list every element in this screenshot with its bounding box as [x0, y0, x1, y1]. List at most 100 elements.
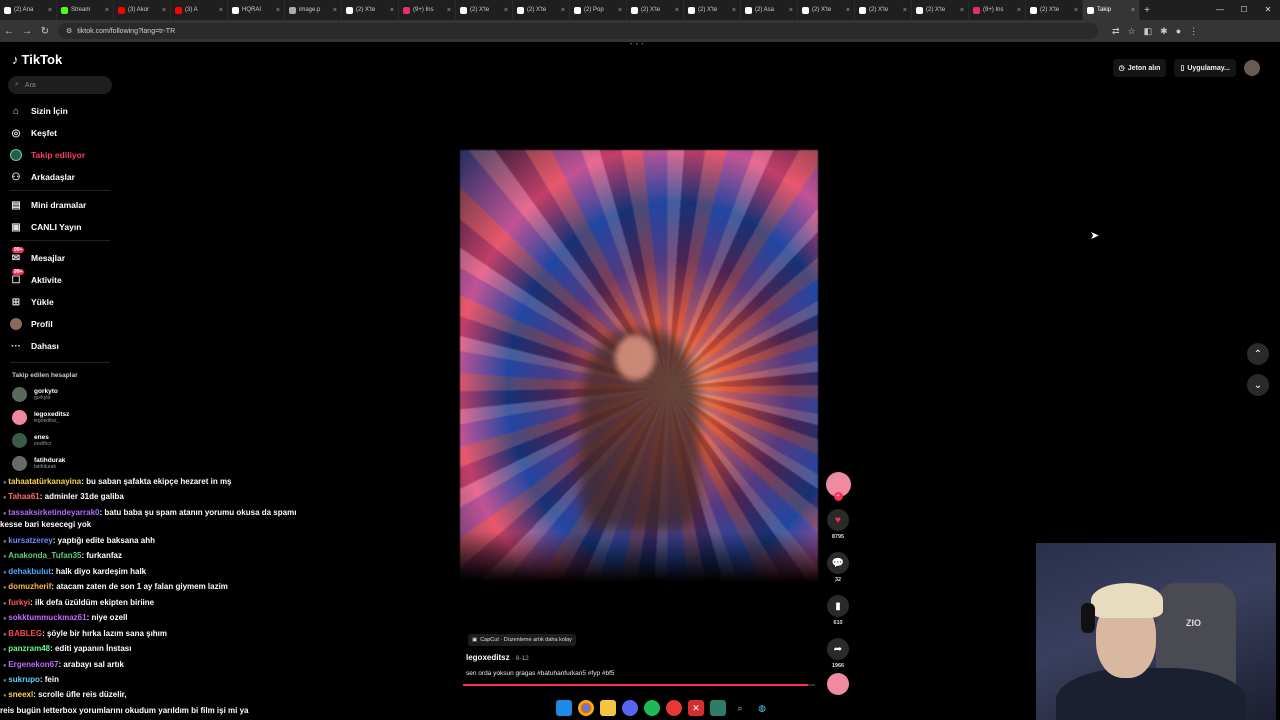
- browser-tab[interactable]: (2) X'te ×: [342, 0, 399, 20]
- follow-plus-icon[interactable]: +: [833, 492, 843, 501]
- like-button[interactable]: ♥: [827, 509, 849, 531]
- tab-close-icon[interactable]: ×: [162, 7, 166, 14]
- reload-icon[interactable]: ↻: [36, 26, 54, 37]
- capcut-tag[interactable]: ▣ CapCut · Düzenleme artık daha kolay: [468, 634, 576, 646]
- tab-close-icon[interactable]: ×: [447, 7, 451, 14]
- creator-avatar[interactable]: +: [825, 472, 851, 501]
- browser-tab[interactable]: (2) Pop ×: [570, 0, 627, 20]
- nav-for-you[interactable]: ⌂ Sizin İçin: [10, 103, 120, 119]
- nav-mini-dramas[interactable]: ▤ Mini dramalar: [10, 197, 120, 213]
- followed-account[interactable]: legoxeditsz legoeditsz_: [12, 410, 69, 425]
- nav-explore[interactable]: ◎ Keşfet: [10, 125, 120, 141]
- sound-disc[interactable]: [827, 673, 849, 695]
- nav-live[interactable]: ▣ CANLI Yayın: [10, 219, 120, 235]
- tab-close-icon[interactable]: ×: [105, 7, 109, 14]
- browser-tab[interactable]: (2) X'te ×: [798, 0, 855, 20]
- browser-tab[interactable]: (2) Ana ×: [0, 0, 57, 20]
- app-red-icon[interactable]: [666, 700, 682, 716]
- video-progress-bar[interactable]: [463, 684, 815, 686]
- browser-tab[interactable]: (3) A ×: [171, 0, 228, 20]
- scroll-up-button[interactable]: ⌃: [1247, 343, 1269, 365]
- browser-tab[interactable]: (2) X'te ×: [684, 0, 741, 20]
- nav-profile[interactable]: Profil: [10, 316, 120, 332]
- browser-tab[interactable]: (2) X'te ×: [627, 0, 684, 20]
- tab-close-icon[interactable]: ×: [903, 7, 907, 14]
- browser-tab[interactable]: (9+) Ins ×: [399, 0, 456, 20]
- site-info-icon[interactable]: ⚙: [66, 27, 72, 35]
- share-button[interactable]: ➦: [827, 638, 849, 660]
- video-player[interactable]: [460, 150, 818, 582]
- profile-icon[interactable]: ●: [1176, 26, 1181, 37]
- translate-icon[interactable]: ⇄: [1112, 26, 1120, 37]
- bookmark-star-icon[interactable]: ☆: [1128, 26, 1136, 37]
- browser-tab[interactable]: (2) X'te ×: [1026, 0, 1083, 20]
- tiktok-logo[interactable]: ♪ TikTok: [12, 52, 62, 67]
- tab-close-icon[interactable]: ×: [846, 7, 850, 14]
- search-input[interactable]: ⌕ Ara: [8, 76, 112, 94]
- windows-start-icon[interactable]: [556, 700, 572, 716]
- followed-account[interactable]: fatihdurak fatihdurak: [12, 456, 65, 471]
- browser-tab[interactable]: image.p ×: [285, 0, 342, 20]
- get-app-button[interactable]: ▯ Uygulamay...: [1174, 59, 1236, 77]
- scroll-down-button[interactable]: ⌄: [1247, 374, 1269, 396]
- get-coins-button[interactable]: ◷ Jeton alın: [1112, 59, 1167, 77]
- tab-close-icon[interactable]: ×: [1074, 7, 1078, 14]
- close-icon[interactable]: ✕: [1256, 0, 1280, 20]
- browser-tab[interactable]: (2) X'te ×: [912, 0, 969, 20]
- video-author[interactable]: legoxeditsz · 8-12: [466, 653, 529, 662]
- nav-messages[interactable]: ✉ 99+ Mesajlar: [10, 247, 120, 266]
- tab-close-icon[interactable]: ×: [390, 7, 394, 14]
- app-search-icon[interactable]: ⌕: [732, 700, 748, 716]
- browser-tab[interactable]: (2) X'te ×: [513, 0, 570, 20]
- chrome-icon[interactable]: [578, 700, 594, 716]
- save-button[interactable]: ▮: [827, 595, 849, 617]
- maximize-icon[interactable]: ☐: [1232, 0, 1256, 20]
- user-avatar[interactable]: [1244, 60, 1260, 76]
- tab-close-icon[interactable]: ×: [1131, 7, 1135, 14]
- browser-tab[interactable]: (2) X'te ×: [456, 0, 513, 20]
- puzzle-icon[interactable]: ✱: [1160, 26, 1168, 37]
- tab-close-icon[interactable]: ×: [1017, 7, 1021, 14]
- nav-activity[interactable]: ☐ 99+ Aktivite: [10, 269, 120, 288]
- nav-upload[interactable]: ⊞ Yükle: [10, 294, 120, 310]
- browser-tab[interactable]: (2) Asa ×: [741, 0, 798, 20]
- nav-friends[interactable]: ⚇ Arkadaşlar: [10, 169, 120, 185]
- new-tab-icon[interactable]: +: [1140, 5, 1154, 16]
- forward-icon[interactable]: →: [18, 26, 36, 37]
- followed-account[interactable]: gorkyto gorkyto: [12, 387, 58, 402]
- tab-close-icon[interactable]: ×: [219, 7, 223, 14]
- tab-close-icon[interactable]: ×: [675, 7, 679, 14]
- back-icon[interactable]: ←: [0, 26, 18, 37]
- minimize-icon[interactable]: —: [1208, 0, 1232, 20]
- chat-message: ● tahaatatürkanayina: bu saban şafakta e…: [3, 477, 232, 486]
- nav-following[interactable]: Takip ediliyor: [10, 147, 120, 163]
- tab-close-icon[interactable]: ×: [333, 7, 337, 14]
- browser-tab[interactable]: Takip ×: [1083, 0, 1140, 20]
- followed-account[interactable]: enes enslthcr: [12, 433, 52, 448]
- discord-icon[interactable]: [622, 700, 638, 716]
- tab-close-icon[interactable]: ×: [48, 7, 52, 14]
- app-globe-icon[interactable]: ◍: [754, 700, 770, 716]
- tab-close-icon[interactable]: ×: [561, 7, 565, 14]
- browser-tab[interactable]: Stream ×: [57, 0, 114, 20]
- tab-close-icon[interactable]: ×: [618, 7, 622, 14]
- tab-close-icon[interactable]: ×: [276, 7, 280, 14]
- video-date: · 8-12: [511, 655, 529, 662]
- comment-button[interactable]: 💬: [827, 552, 849, 574]
- url-field[interactable]: ⚙ tiktok.com/following?lang=tr-TR: [58, 23, 1098, 39]
- tab-close-icon[interactable]: ×: [789, 7, 793, 14]
- browser-tab[interactable]: HQRAI ×: [228, 0, 285, 20]
- tab-close-icon[interactable]: ×: [960, 7, 964, 14]
- browser-tab[interactable]: (3) Akor ×: [114, 0, 171, 20]
- menu-icon[interactable]: ⋮: [1189, 26, 1198, 37]
- app-x-icon[interactable]: ✕: [688, 700, 704, 716]
- browser-tab[interactable]: (9+) Ins ×: [969, 0, 1026, 20]
- browser-tab[interactable]: (2) X'te ×: [855, 0, 912, 20]
- tab-close-icon[interactable]: ×: [732, 7, 736, 14]
- extension-icon[interactable]: ◧: [1144, 26, 1153, 37]
- file-explorer-icon[interactable]: [600, 700, 616, 716]
- nav-more[interactable]: ··· Dahası: [10, 338, 120, 354]
- app-green-icon[interactable]: [710, 700, 726, 716]
- tab-close-icon[interactable]: ×: [504, 7, 508, 14]
- spotify-icon[interactable]: [644, 700, 660, 716]
